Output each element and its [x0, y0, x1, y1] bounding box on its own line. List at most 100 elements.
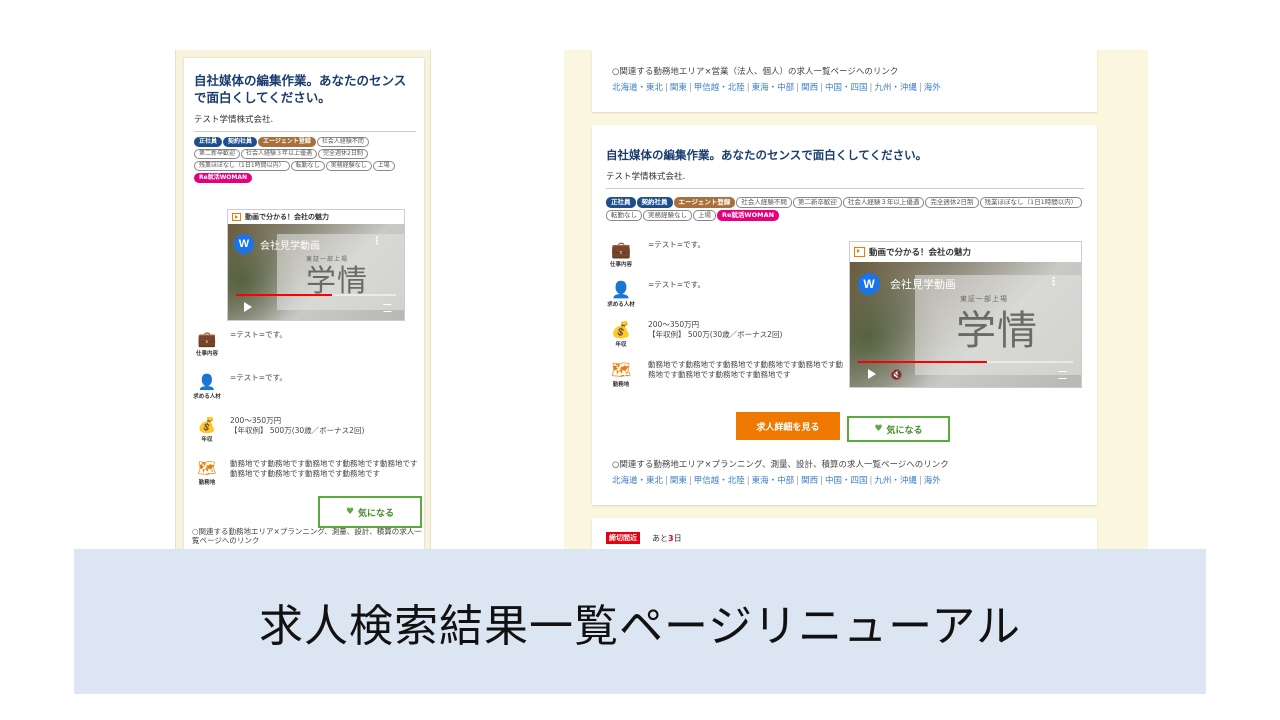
region-links: 北海道・東北 | 関東 | 甲信越・北陸 | 東海・中部 | 関西 | 中国・四国 | 九州・沖縄 | 海外 — [612, 474, 941, 486]
info-label: 求める人材 — [193, 394, 221, 400]
region-link[interactable]: 関西 — [801, 476, 818, 486]
info-row: 🗺 勤務地 動務地です動務地です動務地です動務地です動務地です動務地です動務地です動… — [192, 459, 422, 486]
region-link[interactable]: 中国・四国 — [825, 476, 868, 486]
region-link[interactable]: 中国・四国 — [825, 83, 868, 93]
play-icon[interactable] — [244, 302, 252, 312]
region-link[interactable]: 九州・沖縄 — [874, 476, 917, 486]
pc-job-card: 自社媒体の編集作業。あなたのセンスで面白くしてください。 テスト学情株式会社. … — [592, 125, 1097, 505]
progress-bar[interactable] — [236, 294, 396, 296]
caption-banner: 求人検索結果一覧ページリニューアル — [74, 549, 1206, 694]
play-icon[interactable] — [868, 369, 876, 379]
fullscreen-icon[interactable] — [383, 304, 392, 312]
money-bag-icon: 💰 — [197, 416, 217, 434]
info-row: 💰 年収 200〜350万円 【年収例】 500万(30歳／ボーナス2回) — [192, 416, 422, 443]
job-tag: Re就活WOMAN — [194, 173, 253, 183]
money-bag-icon: 💰 — [611, 320, 631, 339]
favorite-label: 気になる — [886, 425, 923, 436]
favorite-button[interactable]: ♥ 気になる — [847, 416, 950, 442]
video-play-icon — [232, 213, 241, 221]
mute-icon[interactable]: 🔇 — [890, 370, 902, 381]
region-link[interactable]: 東海・中部 — [752, 83, 795, 93]
job-tag: 契約社員 — [223, 137, 258, 147]
company-name: テスト学情株式会社. — [606, 170, 1084, 189]
job-tag: 正社員 — [194, 137, 223, 147]
info-text: =テスト=です。 — [230, 373, 287, 382]
deadline-badge: 締切間近 — [606, 532, 640, 544]
remaining-days: あと3日 — [652, 533, 682, 544]
region-link[interactable]: 北海道・東北 — [612, 83, 663, 93]
info-text: 200〜350万円 【年収例】 500万(30歳／ボーナス2回) — [230, 416, 365, 435]
region-links: 北海道・東北 | 関東 | 甲信越・北陸 | 東海・中部 | 関西 | 中国・四国 | 九州・沖縄 | 海外 — [612, 81, 941, 93]
job-tag: 社会人経験３年以上優遇 — [842, 197, 925, 208]
region-link[interactable]: 海外 — [924, 83, 941, 93]
heart-icon: ♥ — [874, 424, 883, 434]
related-link-label: ○関連する勤務地エリア×プランニング、測量、設計、積算の求人一覧ページへのリンク — [612, 460, 949, 470]
favorite-button[interactable]: ♥ 気になる — [318, 496, 422, 528]
region-link[interactable]: 甲信越・北陸 — [694, 83, 745, 93]
link-separator: | — [688, 83, 692, 93]
info-icon-box: 💰 年収 — [192, 416, 222, 443]
info-row: 👤 求める人材 =テスト=です。 — [192, 373, 422, 400]
info-label: 勤務地 — [612, 382, 630, 388]
region-link[interactable]: 海外 — [924, 476, 941, 486]
person-icon: 👤 — [197, 373, 217, 391]
info-icon-box: 💼 仕事内容 — [606, 240, 636, 268]
info-icon-box: 👤 求める人材 — [606, 280, 636, 308]
job-tags: 正社員契約社員エージェント登録社会人経験不問第二新卒歓迎社会人経験３年以上優遇完… — [606, 197, 1086, 223]
slide: 自社媒体の編集作業。あなたのセンスで面白くしてください。 テスト学情株式会社. … — [0, 0, 1280, 720]
info-label: 仕事内容 — [609, 262, 632, 268]
view-details-button[interactable]: 求人詳細を見る — [736, 412, 840, 440]
region-link[interactable]: 甲信越・北陸 — [694, 476, 745, 486]
video-heading-text: 動画で分かる！会社の魅力 — [869, 248, 972, 258]
info-label: 求める人材 — [607, 302, 635, 308]
info-icon-box: 🗺 勤務地 — [192, 459, 222, 486]
region-link[interactable]: 関東 — [670, 476, 687, 486]
mobile-screenshot: 自社媒体の編集作業。あなたのセンスで面白くしてください。 テスト学情株式会社. … — [175, 50, 431, 550]
link-separator: | — [746, 83, 750, 93]
job-info-list: 💼 仕事内容 =テスト=です。 👤 求める人材 =テスト=です。 💰 年収 200〜350万円 … — [606, 240, 846, 400]
job-tag: 転勤なし — [290, 161, 325, 171]
job-tag: 第二新卒歓迎 — [194, 149, 241, 159]
video-player[interactable]: W 会社見学動画 ⋮ 東証一部上場 学情 🔇 — [850, 262, 1081, 387]
company-video: 動画で分かる！会社の魅力 W 会社見学動画 ⋮ 東証一部上場 学情 — [227, 209, 405, 321]
channel-logo-icon[interactable]: W — [234, 234, 254, 254]
info-text: =テスト=です。 — [230, 330, 287, 339]
mobile-job-card: 自社媒体の編集作業。あなたのセンスで面白くしてください。 テスト学情株式会社. … — [184, 58, 424, 550]
progress-bar[interactable] — [858, 361, 1073, 363]
link-separator: | — [918, 476, 922, 486]
info-text: =テスト=です。 — [648, 280, 705, 289]
info-text: =テスト=です。 — [648, 240, 705, 249]
info-label: 年収 — [201, 437, 213, 443]
region-link[interactable]: 関東 — [670, 83, 687, 93]
video-heading: 動画で分かる！会社の魅力 — [850, 242, 1081, 262]
fullscreen-icon[interactable] — [1058, 371, 1067, 379]
job-tags: 正社員契約社員エージェント登録社会人経験不問第二新卒歓迎社会人経験３年以上優遇完… — [194, 137, 414, 185]
video-play-icon — [854, 247, 865, 257]
job-tag: 転勤なし — [606, 210, 642, 221]
video-player[interactable]: W 会社見学動画 ⋮ 東証一部上場 学情 — [228, 224, 404, 320]
job-tag: 社会人経験不問 — [736, 197, 792, 208]
job-tag: 完全週休2日制 — [925, 197, 979, 208]
heart-icon: ♥ — [345, 507, 355, 517]
link-separator: | — [918, 83, 922, 93]
more-menu-icon[interactable]: ⋮ — [1048, 275, 1059, 288]
info-row: 💰 年収 200〜350万円 【年収例】 500万(30歳／ボーナス2回) — [606, 320, 846, 348]
player-title[interactable]: 会社見学動画 — [260, 237, 320, 252]
info-label: 仕事内容 — [195, 351, 218, 357]
job-title-link[interactable]: 自社媒体の編集作業。あなたのセンスで面白くしてください。 — [606, 147, 927, 163]
remain-suffix: 日 — [673, 534, 682, 543]
player-sign-big: 学情 — [956, 308, 1038, 354]
region-link[interactable]: 九州・沖縄 — [874, 83, 917, 93]
job-title-link[interactable]: 自社媒体の編集作業。あなたのセンスで面白くしてください。 — [194, 72, 416, 106]
region-link[interactable]: 関西 — [801, 83, 818, 93]
previous-card-bottom: ○関連する勤務地エリア×営業（法人、個人）の求人一覧ページへのリンク 北海道・東… — [592, 50, 1097, 112]
link-separator: | — [746, 476, 750, 486]
more-menu-icon[interactable]: ⋮ — [372, 236, 382, 247]
channel-logo-icon[interactable]: W — [858, 273, 880, 295]
info-text: 動務地です動務地です動務地です動務地です動務地です動務地です動務地です動務地です… — [648, 360, 843, 379]
region-link[interactable]: 北海道・東北 — [612, 476, 663, 486]
region-link[interactable]: 東海・中部 — [752, 476, 795, 486]
link-separator: | — [820, 476, 823, 486]
player-title[interactable]: 会社見学動画 — [890, 276, 956, 292]
person-icon: 👤 — [611, 280, 631, 299]
